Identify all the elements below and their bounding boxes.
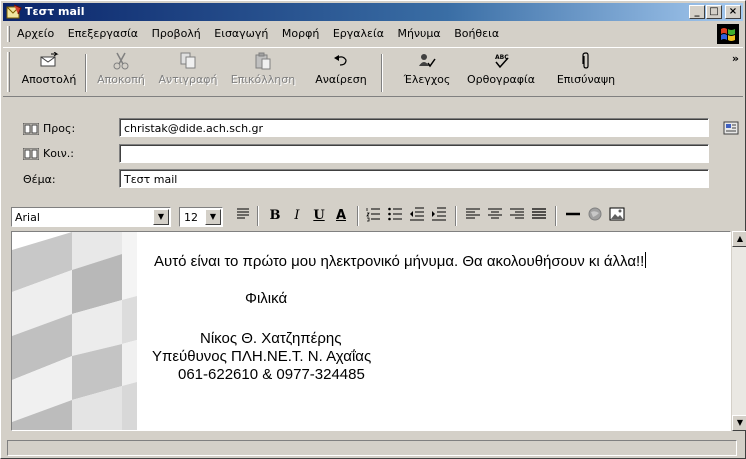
align-center-button[interactable]	[485, 206, 505, 226]
copy-button[interactable]: Αντιγραφή	[153, 52, 223, 94]
status-panel	[7, 440, 737, 456]
subject-field[interactable]: Τεστ mail	[119, 169, 709, 188]
horizontal-line-button[interactable]	[563, 206, 583, 226]
undo-button[interactable]: Αναίρεση	[305, 52, 377, 94]
copy-icon	[180, 52, 196, 69]
check-names-icon	[419, 54, 436, 68]
underline-button[interactable]: U	[309, 206, 329, 226]
italic-button[interactable]: I	[287, 206, 307, 226]
cut-icon	[113, 52, 129, 70]
close-button[interactable]: ×	[725, 5, 741, 19]
cc-addressbook-icon[interactable]	[23, 148, 39, 160]
justify-icon	[532, 208, 546, 219]
menu-message[interactable]: Μήνυμα	[397, 27, 440, 40]
font-size-select[interactable]: 12 ▼	[179, 207, 223, 227]
cc-field[interactable]	[119, 144, 709, 163]
insert-link-button[interactable]	[585, 206, 605, 226]
numbered-list-icon	[366, 208, 380, 222]
link-globe-icon	[588, 207, 602, 221]
send-icon	[40, 52, 59, 67]
menu-help[interactable]: Βοήθεια	[454, 27, 499, 40]
menubar-grip[interactable]	[7, 26, 10, 42]
align-center-icon	[488, 208, 502, 219]
numbered-list-button[interactable]	[363, 206, 383, 226]
text-caret	[645, 252, 647, 268]
menu-bar: Αρχείο Επεξεργασία Προβολή Εισαγωγή Μορφ…	[3, 23, 743, 45]
align-left-icon	[466, 208, 480, 219]
paste-icon	[255, 52, 271, 70]
cc-label: Κοιν.:	[43, 147, 75, 160]
minimize-button[interactable]: _	[689, 5, 705, 19]
decrease-indent-button[interactable]	[407, 206, 427, 226]
body-line-2: Φιλικά	[245, 290, 288, 307]
maximize-button[interactable]: □	[706, 5, 722, 19]
menu-edit[interactable]: Επεξεργασία	[68, 27, 138, 40]
check-names-button[interactable]: Έλεγχος	[395, 52, 459, 94]
justify-button[interactable]	[529, 206, 549, 226]
to-field[interactable]: christak@dide.ach.sch.gr	[119, 118, 709, 137]
align-right-button[interactable]	[507, 206, 527, 226]
to-label: Προς:	[43, 122, 76, 135]
body-line-4: Υπεύθυνος ΠΛΗ.ΝΕ.Τ. Ν. Αχαΐας	[152, 348, 372, 365]
menu-format[interactable]: Μορφή	[282, 27, 319, 40]
font-dropdown-button[interactable]: ▼	[153, 209, 169, 225]
menu-insert[interactable]: Εισαγωγή	[214, 27, 268, 40]
bold-button[interactable]: B	[265, 206, 285, 226]
message-body[interactable]: Αυτό είναι το πρώτο μου ηλεκτρονικό μήνυ…	[11, 231, 731, 431]
cut-button[interactable]: Αποκοπή	[91, 52, 151, 94]
menu-tools[interactable]: Εργαλεία	[333, 27, 384, 40]
title-bar[interactable]: Τεστ mail _ □ ×	[3, 3, 743, 21]
horizontal-line-icon	[566, 212, 580, 216]
spelling-icon: ABC	[495, 54, 509, 69]
paste-button[interactable]: Επικόλληση	[223, 52, 303, 94]
attach-button[interactable]: Επισύναψη	[545, 52, 627, 94]
body-line-1: Αυτό είναι το πρώτο μου ηλεκτρονικό μήνυ…	[154, 252, 647, 270]
decrease-indent-icon	[410, 207, 424, 221]
windows-logo-icon	[717, 24, 739, 44]
send-button[interactable]: Αποστολή	[17, 52, 81, 94]
increase-indent-icon	[432, 207, 446, 221]
toolbar-grip[interactable]	[7, 52, 10, 92]
scroll-down-button[interactable]: ▼	[732, 415, 746, 431]
size-dropdown-button[interactable]: ▼	[205, 209, 221, 225]
address-book-icon[interactable]	[723, 121, 739, 135]
stationery-background	[12, 232, 152, 430]
vertical-scrollbar[interactable]: ▲ ▼	[732, 231, 746, 431]
insert-picture-icon	[609, 207, 625, 221]
menu-file[interactable]: Αρχείο	[17, 27, 54, 40]
app-mail-icon	[6, 4, 22, 19]
bullet-list-button[interactable]	[385, 206, 405, 226]
compose-window: Τεστ mail _ □ × Αρχείο Επεξεργασία Προβο…	[0, 0, 746, 459]
spelling-button[interactable]: ABC Ορθογραφία	[461, 52, 541, 94]
bullet-list-icon	[388, 207, 402, 221]
font-select[interactable]: Arial ▼	[11, 207, 171, 227]
window-title: Τεστ mail	[25, 5, 85, 18]
align-left-button[interactable]	[463, 206, 483, 226]
paragraph-style-button[interactable]	[233, 206, 253, 226]
toolbar: Αποστολή Αποκοπή Αντιγραφή Επικόλληση Αν…	[3, 47, 743, 97]
font-color-button[interactable]: A	[331, 206, 351, 226]
to-addressbook-icon[interactable]	[23, 123, 39, 135]
increase-indent-button[interactable]	[429, 206, 449, 226]
paragraph-style-icon	[237, 208, 249, 219]
insert-picture-button[interactable]	[607, 206, 627, 226]
align-right-icon	[510, 208, 524, 219]
status-bar	[3, 438, 743, 458]
subject-label: Θέμα:	[23, 173, 56, 186]
body-line-5: 061-622610 & 0977-324485	[178, 366, 365, 383]
undo-icon	[334, 55, 347, 66]
body-line-3: Νίκος Θ. Χατζηπέρης	[200, 330, 342, 347]
scroll-up-button[interactable]: ▲	[732, 231, 746, 247]
paperclip-icon	[582, 52, 589, 69]
toolbar-more-button[interactable]: »	[732, 52, 739, 65]
menu-view[interactable]: Προβολή	[152, 27, 201, 40]
